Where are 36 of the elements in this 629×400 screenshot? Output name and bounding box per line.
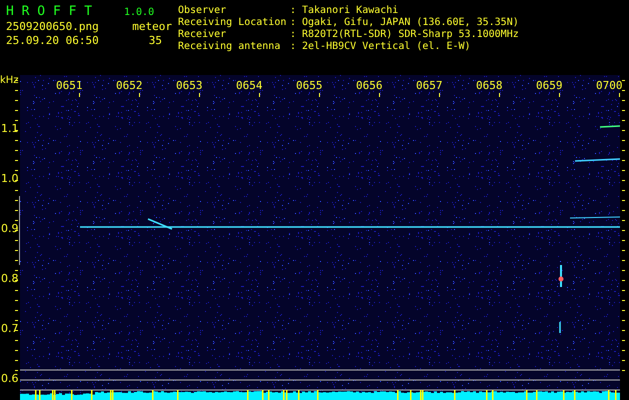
info-label: Observer [178, 5, 228, 17]
timestamp: 25.09.20 06:50 [6, 34, 100, 47]
mode-label: meteor [131, 20, 172, 33]
info-value: Ogaki, Gifu, JAPAN (136.60E, 35.35N) [302, 17, 519, 29]
info-separator: : [290, 5, 298, 17]
frequency-label: 1.0 [1, 172, 18, 185]
time-label: 0651 [56, 79, 82, 92]
frequency-label: 1.1 [1, 122, 18, 135]
info-separator: : [290, 41, 298, 53]
file-name: 2509200650.png [6, 20, 100, 33]
info-label: Receiving antenna [178, 41, 282, 53]
time-label: 0655 [296, 79, 322, 92]
time-label: 0657 [416, 79, 442, 92]
frequency-label: 0.6 [1, 372, 18, 385]
info-separator: : [290, 29, 298, 41]
info-separator: : [290, 17, 298, 29]
info-value: 2el-HB9CV Vertical (el. E-W) [302, 41, 472, 53]
time-label: 0653 [176, 79, 202, 92]
info-value: Takanori Kawachi [302, 5, 400, 17]
time-label: 0659 [536, 79, 562, 92]
frequency-label: 0.9 [1, 222, 18, 235]
time-label: 0658 [476, 79, 502, 92]
range-marker [18, 196, 20, 265]
info-label: Receiver [178, 29, 228, 41]
info-label: Receiving Location [178, 17, 288, 29]
info-value: R820T2(RTL-SDR) SDR-Sharp 53.1000MHz [302, 29, 519, 41]
time-label: 0652 [116, 79, 142, 92]
meteor-count: 35 [148, 34, 162, 47]
frequency-label: 0.7 [1, 322, 18, 335]
time-label: 0656 [356, 79, 382, 92]
app-title: H R O F F T [6, 4, 94, 19]
version-label: 1.0.0 [124, 7, 154, 18]
time-label: 0654 [236, 79, 262, 92]
frequency-label: 0.8 [1, 272, 18, 285]
time-label: 0700 [596, 79, 622, 92]
axis-unit: kHz [0, 75, 19, 86]
